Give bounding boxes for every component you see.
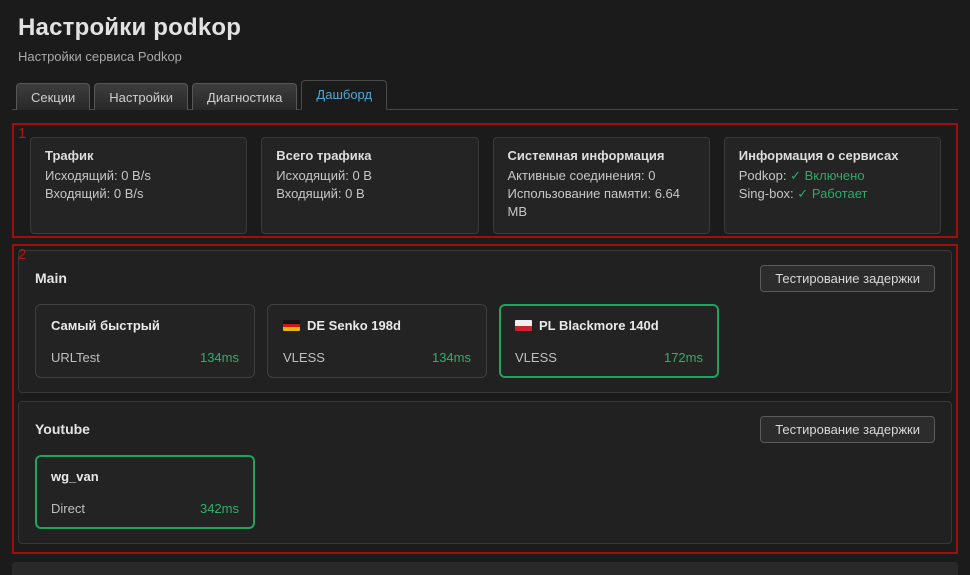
- section-youtube: Youtube Тестирование задержки wg_van Dir…: [18, 401, 952, 544]
- proxy-latency: 342ms: [200, 501, 239, 516]
- proxy-type: Direct: [51, 501, 85, 516]
- card-title: Информация о сервисах: [739, 148, 926, 163]
- proxy-name: DE Senko 198d: [307, 318, 401, 333]
- footer-bar: Save & Apply ▼ Save Reset: [12, 562, 958, 575]
- tab-settings[interactable]: Настройки: [94, 83, 188, 110]
- tab-diagnostics[interactable]: Диагностика: [192, 83, 297, 110]
- service-status: Включено: [805, 168, 865, 183]
- latency-test-button-youtube[interactable]: Тестирование задержки: [760, 416, 935, 443]
- section-main: Main Тестирование задержки Самый быстрый…: [18, 250, 952, 393]
- proxy-row: Самый быстрый URLTest 134ms DE Senko 198…: [35, 304, 935, 378]
- page-subtitle: Настройки сервиса Podkop: [18, 49, 958, 64]
- traffic-outgoing: Исходящий: 0 B/s: [45, 167, 232, 185]
- traffic-incoming: Входящий: 0 B/s: [45, 185, 232, 203]
- card-title: Всего трафика: [276, 148, 463, 163]
- annotation-label-1: 1: [18, 125, 26, 142]
- proxy-row: wg_van Direct 342ms: [35, 455, 935, 529]
- page-root: Настройки podkop Настройки сервиса Podko…: [0, 0, 970, 575]
- proxy-latency: 134ms: [432, 350, 471, 365]
- page-title: Настройки podkop: [18, 14, 958, 42]
- page-header: Настройки podkop Настройки сервиса Podko…: [12, 14, 958, 64]
- tab-bar: Секции Настройки Диагностика Дашборд: [12, 80, 958, 110]
- proxy-card-de-senko[interactable]: DE Senko 198d VLESS 134ms: [267, 304, 487, 378]
- service-name: Podkop:: [739, 168, 787, 183]
- total-traffic-card: Всего трафика Исходящий: 0 B Входящий: 0…: [261, 137, 478, 234]
- proxy-name: PL Blackmore 140d: [539, 318, 659, 333]
- services-info-card: Информация о сервисах Podkop: ✓ Включено…: [724, 137, 941, 234]
- annotation-rect-2: 2 Main Тестирование задержки Самый быстр…: [12, 244, 958, 554]
- proxy-card-pl-blackmore[interactable]: PL Blackmore 140d VLESS 172ms: [499, 304, 719, 378]
- system-info-card: Системная информация Активные соединения…: [493, 137, 710, 234]
- singbox-status-line: Sing-box: ✓ Работает: [739, 185, 926, 203]
- stats-row: Трафик Исходящий: 0 B/s Входящий: 0 B/s …: [30, 137, 941, 234]
- total-outgoing: Исходящий: 0 B: [276, 167, 463, 185]
- proxy-type: VLESS: [283, 350, 325, 365]
- proxy-type: VLESS: [515, 350, 557, 365]
- annotation-rect-1: 1 Трафик Исходящий: 0 B/s Входящий: 0 B/…: [12, 123, 958, 238]
- proxy-card-wg-van[interactable]: wg_van Direct 342ms: [35, 455, 255, 529]
- latency-test-button-main[interactable]: Тестирование задержки: [760, 265, 935, 292]
- check-icon: ✓: [797, 186, 808, 201]
- section-title: Main: [35, 270, 67, 286]
- section-title: Youtube: [35, 421, 90, 437]
- active-connections: Активные соединения: 0: [508, 167, 695, 185]
- flag-de-icon: [283, 320, 300, 331]
- tab-sections[interactable]: Секции: [16, 83, 90, 110]
- flag-pl-icon: [515, 320, 532, 331]
- total-incoming: Входящий: 0 B: [276, 185, 463, 203]
- podkop-status-line: Podkop: ✓ Включено: [739, 167, 926, 185]
- proxy-name: Самый быстрый: [51, 318, 160, 333]
- proxy-name: wg_van: [51, 469, 99, 484]
- proxy-type: URLTest: [51, 350, 100, 365]
- proxy-latency: 134ms: [200, 350, 239, 365]
- check-icon: ✓: [790, 168, 801, 183]
- traffic-card: Трафик Исходящий: 0 B/s Входящий: 0 B/s: [30, 137, 247, 234]
- tab-dashboard[interactable]: Дашборд: [301, 80, 387, 110]
- service-name: Sing-box:: [739, 186, 794, 201]
- service-status: Работает: [812, 186, 868, 201]
- memory-usage: Использование памяти: 6.64 MB: [508, 185, 695, 221]
- proxy-latency: 172ms: [664, 350, 703, 365]
- card-title: Системная информация: [508, 148, 695, 163]
- card-title: Трафик: [45, 148, 232, 163]
- annotation-label-2: 2: [18, 246, 26, 263]
- proxy-card-fastest[interactable]: Самый быстрый URLTest 134ms: [35, 304, 255, 378]
